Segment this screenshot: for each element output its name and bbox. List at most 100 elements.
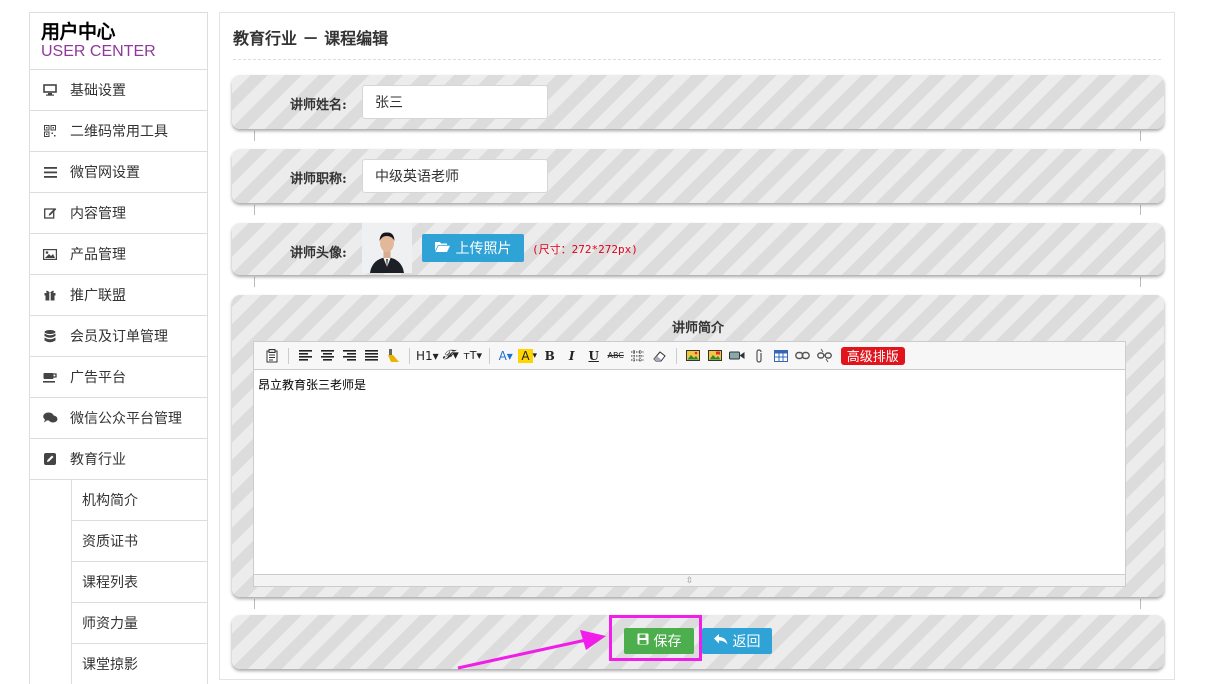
- sidebar-subitem-label: 课程列表: [82, 575, 138, 591]
- align-center-icon[interactable]: [317, 346, 337, 366]
- teacher-name-row: 讲师姓名: 张三: [232, 75, 1164, 129]
- sidebar-subitem-label: 课堂掠影: [82, 657, 138, 673]
- align-justify-icon[interactable]: [361, 346, 381, 366]
- image-icon: [30, 248, 70, 260]
- sidebar-item-micro-site[interactable]: 微官网设置: [30, 152, 207, 193]
- folder-open-icon: [434, 240, 450, 256]
- highlight-icon[interactable]: A ▾: [518, 346, 538, 366]
- database-icon: [30, 329, 70, 343]
- heading-icon[interactable]: H1▾: [416, 346, 439, 366]
- attachment-icon[interactable]: [749, 346, 769, 366]
- connector-tick: [254, 599, 255, 609]
- list-icon: [30, 166, 70, 178]
- brand-title-cn: 用户中心: [41, 21, 116, 43]
- sidebar-item-label: 内容管理: [70, 206, 126, 222]
- editor-resize-handle[interactable]: ⇳: [254, 574, 1125, 586]
- sidebar-item-qrcode-tools[interactable]: 二维码常用工具: [30, 111, 207, 152]
- sidebar-subitem-certificates[interactable]: 资质证书: [71, 521, 207, 562]
- comments-icon: [30, 412, 70, 424]
- sidebar-subitem-label: 机构简介: [82, 493, 138, 509]
- sidebar-subitem-faculty[interactable]: 师资力量: [71, 603, 207, 644]
- sidebar-item-label: 微官网设置: [70, 165, 140, 181]
- teacher-title-label: 讲师职称:: [290, 172, 347, 187]
- toolbar-separator: [675, 347, 677, 364]
- sidebar-item-wechat-platform[interactable]: 微信公众平台管理: [30, 398, 207, 439]
- sidebar-item-label: 推广联盟: [70, 288, 126, 304]
- format-brush-icon[interactable]: [383, 346, 403, 366]
- sidebar-item-label: 教育行业: [70, 452, 126, 468]
- unlink-icon[interactable]: [815, 346, 835, 366]
- title-divider: [233, 59, 1161, 60]
- rich-text-editor: H1▾ 𝓕▾ ᴛT▾ A▾ A ▾ B I U ABC 高级排版 昂立教育张三老…: [253, 341, 1126, 587]
- teacher-intro-row: 讲师简介 H1▾ 𝓕▾ ᴛT▾ A▾ A ▾ B I U ABC 高级排版 昂立…: [232, 295, 1164, 597]
- link-icon[interactable]: [793, 346, 813, 366]
- sidebar-item-label: 产品管理: [70, 247, 126, 263]
- edit-icon: [30, 207, 70, 219]
- table-grid-icon[interactable]: [628, 346, 648, 366]
- sidebar-subitem-course-list[interactable]: 课程列表: [71, 562, 207, 603]
- monitor-icon: [30, 84, 70, 96]
- advanced-layout-button[interactable]: 高级排版: [840, 346, 905, 365]
- strikethrough-icon[interactable]: ABC: [606, 346, 626, 366]
- back-button[interactable]: 返回: [702, 628, 772, 654]
- toolbar-separator: [488, 347, 490, 364]
- editor-toolbar: H1▾ 𝓕▾ ᴛT▾ A▾ A ▾ B I U ABC 高级排版: [254, 342, 1125, 370]
- sidebar-item-affiliate[interactable]: 推广联盟: [30, 275, 207, 316]
- reply-icon: [713, 633, 728, 649]
- connector-tick: [254, 277, 255, 287]
- teacher-intro-label: 讲师简介: [671, 321, 724, 336]
- insert-image-icon[interactable]: [683, 346, 703, 366]
- bold-icon[interactable]: B: [540, 346, 560, 366]
- main-content: 教育行业 － 课程编辑 讲师姓名: 张三 讲师职称: 中级英语老师 讲师头像:: [219, 12, 1175, 680]
- teacher-avatar-image: [362, 223, 412, 273]
- sidebar: 用户中心 USER CENTER 基础设置 二维码常用工具 微官网设置 内容管理…: [29, 12, 208, 684]
- upload-photo-button[interactable]: 上传照片: [422, 234, 524, 262]
- annotation-arrow-icon: [457, 630, 606, 670]
- eraser-icon[interactable]: [650, 346, 670, 366]
- sidebar-item-basic-settings[interactable]: 基础设置: [30, 70, 207, 111]
- editor-content-area[interactable]: 昂立教育张三老师是: [254, 370, 1125, 574]
- teacher-name-label: 讲师姓名:: [290, 98, 347, 113]
- sidebar-item-education[interactable]: 教育行业: [30, 439, 207, 480]
- teacher-name-input[interactable]: 张三: [362, 85, 548, 119]
- sidebar-item-ad-platform[interactable]: 广告平台: [30, 357, 207, 398]
- source-icon[interactable]: [262, 346, 282, 366]
- sidebar-subitem-label: 资质证书: [82, 534, 138, 550]
- font-size-icon[interactable]: ᴛT▾: [463, 346, 483, 366]
- align-left-icon[interactable]: [295, 346, 315, 366]
- gift-icon: [30, 289, 70, 301]
- annotation-highlight-box: [609, 615, 702, 661]
- toolbar-separator: [288, 347, 289, 364]
- teacher-avatar-label: 讲师头像:: [290, 246, 347, 261]
- brand-logo: 用户中心 USER CENTER: [30, 13, 207, 70]
- toolbar-separator: [409, 347, 410, 364]
- sidebar-item-label: 微信公众平台管理: [70, 411, 182, 427]
- sidebar-subitem-org-intro[interactable]: 机构简介: [71, 480, 207, 521]
- sidebar-item-label: 广告平台: [70, 370, 126, 386]
- teacher-title-input[interactable]: 中级英语老师: [362, 159, 548, 193]
- sidebar-item-members-orders[interactable]: 会员及订单管理: [30, 316, 207, 357]
- connector-tick: [254, 131, 255, 141]
- resize-grip-icon: ⇳: [685, 575, 694, 586]
- video-icon[interactable]: [727, 346, 747, 366]
- italic-icon[interactable]: I: [562, 346, 582, 366]
- teacher-avatar-row: 讲师头像: 上传照片 (尺寸：272*272px): [232, 223, 1164, 275]
- qrcode-icon: [30, 125, 70, 137]
- sidebar-item-label: 二维码常用工具: [70, 124, 168, 140]
- upload-photo-label: 上传照片: [455, 241, 512, 257]
- table-icon[interactable]: [771, 346, 791, 366]
- connector-tick: [1140, 205, 1141, 215]
- align-right-icon[interactable]: [339, 346, 359, 366]
- sidebar-item-label: 会员及订单管理: [70, 329, 168, 345]
- multi-image-icon[interactable]: [705, 346, 725, 366]
- font-family-icon[interactable]: 𝓕▾: [441, 346, 461, 366]
- sidebar-subitem-class-gallery[interactable]: 课堂掠影: [71, 644, 207, 684]
- underline-icon[interactable]: U: [584, 346, 604, 366]
- avatar-size-note: (尺寸：272*272px): [532, 243, 638, 256]
- font-color-icon[interactable]: A▾: [496, 346, 516, 366]
- back-label: 返回: [732, 634, 761, 650]
- sidebar-item-content[interactable]: 内容管理: [30, 193, 207, 234]
- sidebar-subitem-label: 师资力量: [82, 616, 138, 632]
- connector-tick: [1140, 599, 1141, 609]
- sidebar-item-products[interactable]: 产品管理: [30, 234, 207, 275]
